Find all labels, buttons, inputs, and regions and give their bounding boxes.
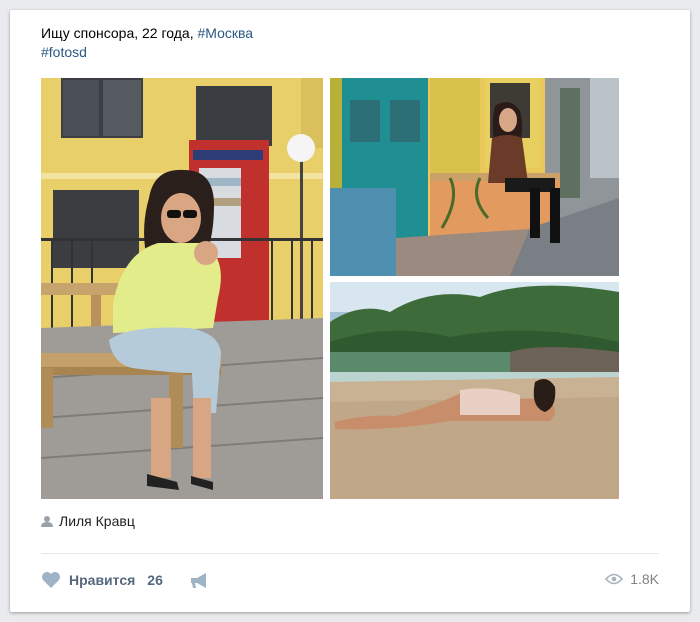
photo-woman-on-beach[interactable] bbox=[330, 282, 619, 499]
author[interactable]: Лиля Кравц bbox=[41, 513, 135, 529]
share-button[interactable] bbox=[189, 572, 209, 595]
post-text: Ищу спонсора, 22 года, #Москва #fotosd bbox=[41, 24, 253, 62]
hashtag-moscow-link[interactable]: #Москва bbox=[198, 25, 254, 41]
author-name: Лиля Кравц bbox=[59, 513, 135, 529]
person-icon bbox=[41, 516, 53, 527]
post-card: Ищу спонсора, 22 года, #Москва #fotosd Л… bbox=[10, 10, 690, 612]
eye-icon bbox=[605, 573, 624, 585]
views-counter: 1.8K bbox=[605, 571, 659, 587]
megaphone-icon bbox=[191, 573, 206, 588]
like-label: Нравится bbox=[69, 572, 136, 588]
hashtag-fotosd-link[interactable]: #fotosd bbox=[41, 44, 87, 60]
photo-woman-on-street[interactable] bbox=[330, 78, 619, 276]
heart-icon bbox=[42, 572, 60, 588]
photo-woman-on-bench[interactable] bbox=[41, 78, 323, 499]
like-button[interactable]: Нравится 26 bbox=[41, 571, 163, 589]
post-text-body: Ищу спонсора, 22 года, bbox=[41, 25, 198, 41]
like-count: 26 bbox=[147, 572, 163, 588]
divider bbox=[41, 553, 659, 554]
views-count: 1.8K bbox=[630, 571, 659, 587]
post-actions: Нравится 26 1.8K bbox=[41, 571, 659, 593]
